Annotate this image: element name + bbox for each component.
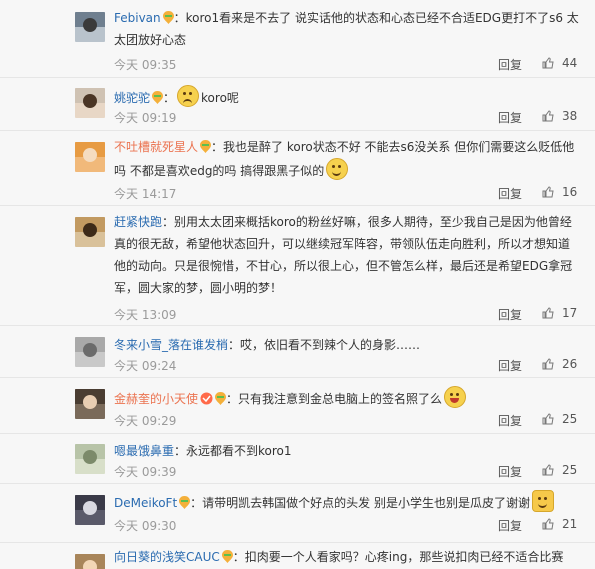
- comment-item: 向日葵的浅笑CAUC ：扣肉要一个人看家吗？心疼ing，那些说扣肉已经不适合比赛: [0, 542, 595, 569]
- like-count: 25: [562, 412, 578, 426]
- like-count: 25: [562, 463, 578, 477]
- comment-item: 姚驼驼： koro呢 今天 09:19 回复 38: [0, 77, 595, 131]
- reply-button[interactable]: 回复: [498, 185, 522, 202]
- like-count: 21: [562, 517, 578, 531]
- like-count: 38: [562, 109, 578, 123]
- like-count: 44: [562, 56, 578, 70]
- thumbs-up-icon: [542, 307, 554, 319]
- comment-username[interactable]: 冬来小雪_落在谁发梢: [114, 338, 228, 352]
- comment-text-block: DeMeikoFt ：请带明凯去韩国做个好点的头发 别是小学生也别是瓜皮了谢谢: [114, 490, 580, 514]
- comment-item: 嗯最饿鼻重：永远都看不到koro1 今天 09:39 回复 25: [0, 433, 595, 484]
- comment-item: 冬来小雪_落在谁发梢：哎，依旧看不到辣个人的身影…… 今天 09:24 回复 2…: [0, 325, 595, 378]
- sad-face-emoji-icon: [177, 85, 200, 107]
- vip-balloon-icon: [200, 140, 212, 153]
- comment-username[interactable]: 金赫奎的小天使: [114, 392, 198, 406]
- comment-item: 金赫奎的小天使 ：只有我注意到金总电脑上的签名照了么 今天 09:29 回复 25: [0, 377, 595, 434]
- reply-button[interactable]: 回复: [498, 517, 522, 534]
- comment-time: 今天 09:24: [114, 359, 177, 373]
- comment-text-block: 金赫奎的小天使 ：只有我注意到金总电脑上的签名照了么: [114, 386, 580, 410]
- like-count: 17: [562, 306, 578, 320]
- comment-text-block: 冬来小雪_落在谁发梢：哎，依旧看不到辣个人的身影……: [114, 334, 580, 356]
- comment-username[interactable]: Febivan: [114, 11, 161, 25]
- comment-text-block: 不吐槽就死星人 ：我也是醉了 koro状态不好 不能去s6没关系 但你们需要这么贬…: [114, 136, 580, 182]
- comment-text-block: 姚驼驼： koro呢: [114, 85, 580, 109]
- vip-balloon-icon: [215, 392, 227, 405]
- avatar[interactable]: [75, 337, 105, 367]
- comment-time: 今天 13:09: [114, 308, 177, 322]
- avatar[interactable]: [75, 12, 105, 42]
- like-count: 16: [562, 185, 578, 199]
- comment-time: 今天 09:39: [114, 465, 177, 479]
- reply-button[interactable]: 回复: [498, 357, 522, 374]
- thumbs-up-icon: [542, 413, 554, 425]
- cat-face-emoji-icon: [532, 490, 554, 512]
- comment-username[interactable]: 赶紧快跑: [114, 215, 162, 229]
- avatar[interactable]: [75, 142, 105, 172]
- comment-username[interactable]: 嗯最饿鼻重: [114, 444, 174, 458]
- comment-text-block: Febivan ：koro1看来是不去了 说实话他的状态和心态已经不合适EDG更打…: [114, 7, 580, 51]
- comment-content: ：请带明凯去韩国做个好点的头发 别是小学生也别是瓜皮了谢谢: [190, 496, 530, 510]
- comment-item: 不吐槽就死星人 ：我也是醉了 koro状态不好 不能去s6没关系 但你们需要这么贬…: [0, 130, 595, 206]
- shy-face-emoji-icon: [326, 158, 349, 180]
- avatar[interactable]: [75, 217, 105, 247]
- like-button[interactable]: 25: [542, 463, 577, 477]
- comment-content: ：哎，依旧看不到辣个人的身影……: [228, 338, 421, 352]
- comment-text-block: 赶紧快跑：别用太太团来概括koro的粉丝好嘛，很多人期待，至少我自己是因为他曾经…: [114, 211, 580, 299]
- avatar[interactable]: [75, 444, 105, 474]
- comment-item: Febivan ：koro1看来是不去了 说实话他的状态和心态已经不合适EDG更打…: [0, 0, 595, 78]
- comment-content: ：koro1看来是不去了 说实话他的状态和心态已经不合适EDG更打不了s6 太太…: [114, 11, 579, 47]
- comment-time: 今天 09:29: [114, 414, 177, 428]
- vip-ribbon-icon: [200, 392, 213, 405]
- comment-time: 今天 09:35: [114, 58, 177, 72]
- comment-username[interactable]: 向日葵的浅笑CAUC: [114, 550, 220, 564]
- reply-button[interactable]: 回复: [498, 463, 522, 480]
- thumbs-up-icon: [542, 518, 554, 530]
- comment-time: 今天 09:19: [114, 111, 177, 125]
- vip-balloon-icon: [179, 496, 191, 509]
- like-count: 26: [562, 357, 578, 371]
- reply-button[interactable]: 回复: [498, 306, 522, 323]
- laughing-face-emoji-icon: [444, 386, 467, 408]
- comment-text-block: 嗯最饿鼻重：永远都看不到koro1: [114, 440, 580, 462]
- avatar[interactable]: [75, 389, 105, 419]
- thumbs-up-icon: [542, 186, 554, 198]
- thumbs-up-icon: [542, 110, 554, 122]
- like-button[interactable]: 26: [542, 357, 577, 371]
- vip-balloon-icon: [152, 91, 164, 104]
- reply-button[interactable]: 回复: [498, 109, 522, 126]
- comment-feed: Febivan ：koro1看来是不去了 说实话他的状态和心态已经不合适EDG更打…: [0, 0, 595, 569]
- comment-username[interactable]: DeMeikoFt: [114, 496, 177, 510]
- like-button[interactable]: 38: [542, 109, 577, 123]
- comment-time: 今天 14:17: [114, 187, 177, 201]
- like-button[interactable]: 16: [542, 185, 577, 199]
- reply-button[interactable]: 回复: [498, 56, 522, 73]
- like-button[interactable]: 44: [542, 56, 577, 70]
- comment-item: DeMeikoFt ：请带明凯去韩国做个好点的头发 别是小学生也别是瓜皮了谢谢 今…: [0, 483, 595, 543]
- comment-content: ：扣肉要一个人看家吗？心疼ing，那些说扣肉已经不适合比赛: [232, 550, 564, 564]
- avatar[interactable]: [75, 88, 105, 118]
- comment-item: 赶紧快跑：别用太太团来概括koro的粉丝好嘛，很多人期待，至少我自己是因为他曾经…: [0, 205, 595, 326]
- thumbs-up-icon: [542, 464, 554, 476]
- comment-content: ：永远都看不到koro1: [174, 444, 292, 458]
- comment-text-block: 向日葵的浅笑CAUC ：扣肉要一个人看家吗？心疼ing，那些说扣肉已经不适合比赛: [114, 546, 580, 568]
- avatar[interactable]: [75, 495, 105, 525]
- comment-time: 今天 09:30: [114, 519, 177, 533]
- avatar[interactable]: [75, 554, 105, 569]
- comment-content: koro呢: [201, 91, 239, 105]
- like-button[interactable]: 21: [542, 517, 577, 531]
- thumbs-up-icon: [542, 358, 554, 370]
- like-button[interactable]: 25: [542, 412, 577, 426]
- vip-balloon-icon: [162, 11, 174, 24]
- comment-username[interactable]: 姚驼驼: [114, 91, 150, 105]
- thumbs-up-icon: [542, 57, 554, 69]
- comment-content: ：只有我注意到金总电脑上的签名照了么: [226, 392, 443, 406]
- like-button[interactable]: 17: [542, 306, 577, 320]
- vip-balloon-icon: [221, 550, 233, 563]
- reply-button[interactable]: 回复: [498, 412, 522, 429]
- comment-content: ：别用太太团来概括koro的粉丝好嘛，很多人期待，至少我自己是因为他曾经真的很无…: [114, 215, 573, 295]
- comment-username[interactable]: 不吐槽就死星人: [114, 140, 198, 154]
